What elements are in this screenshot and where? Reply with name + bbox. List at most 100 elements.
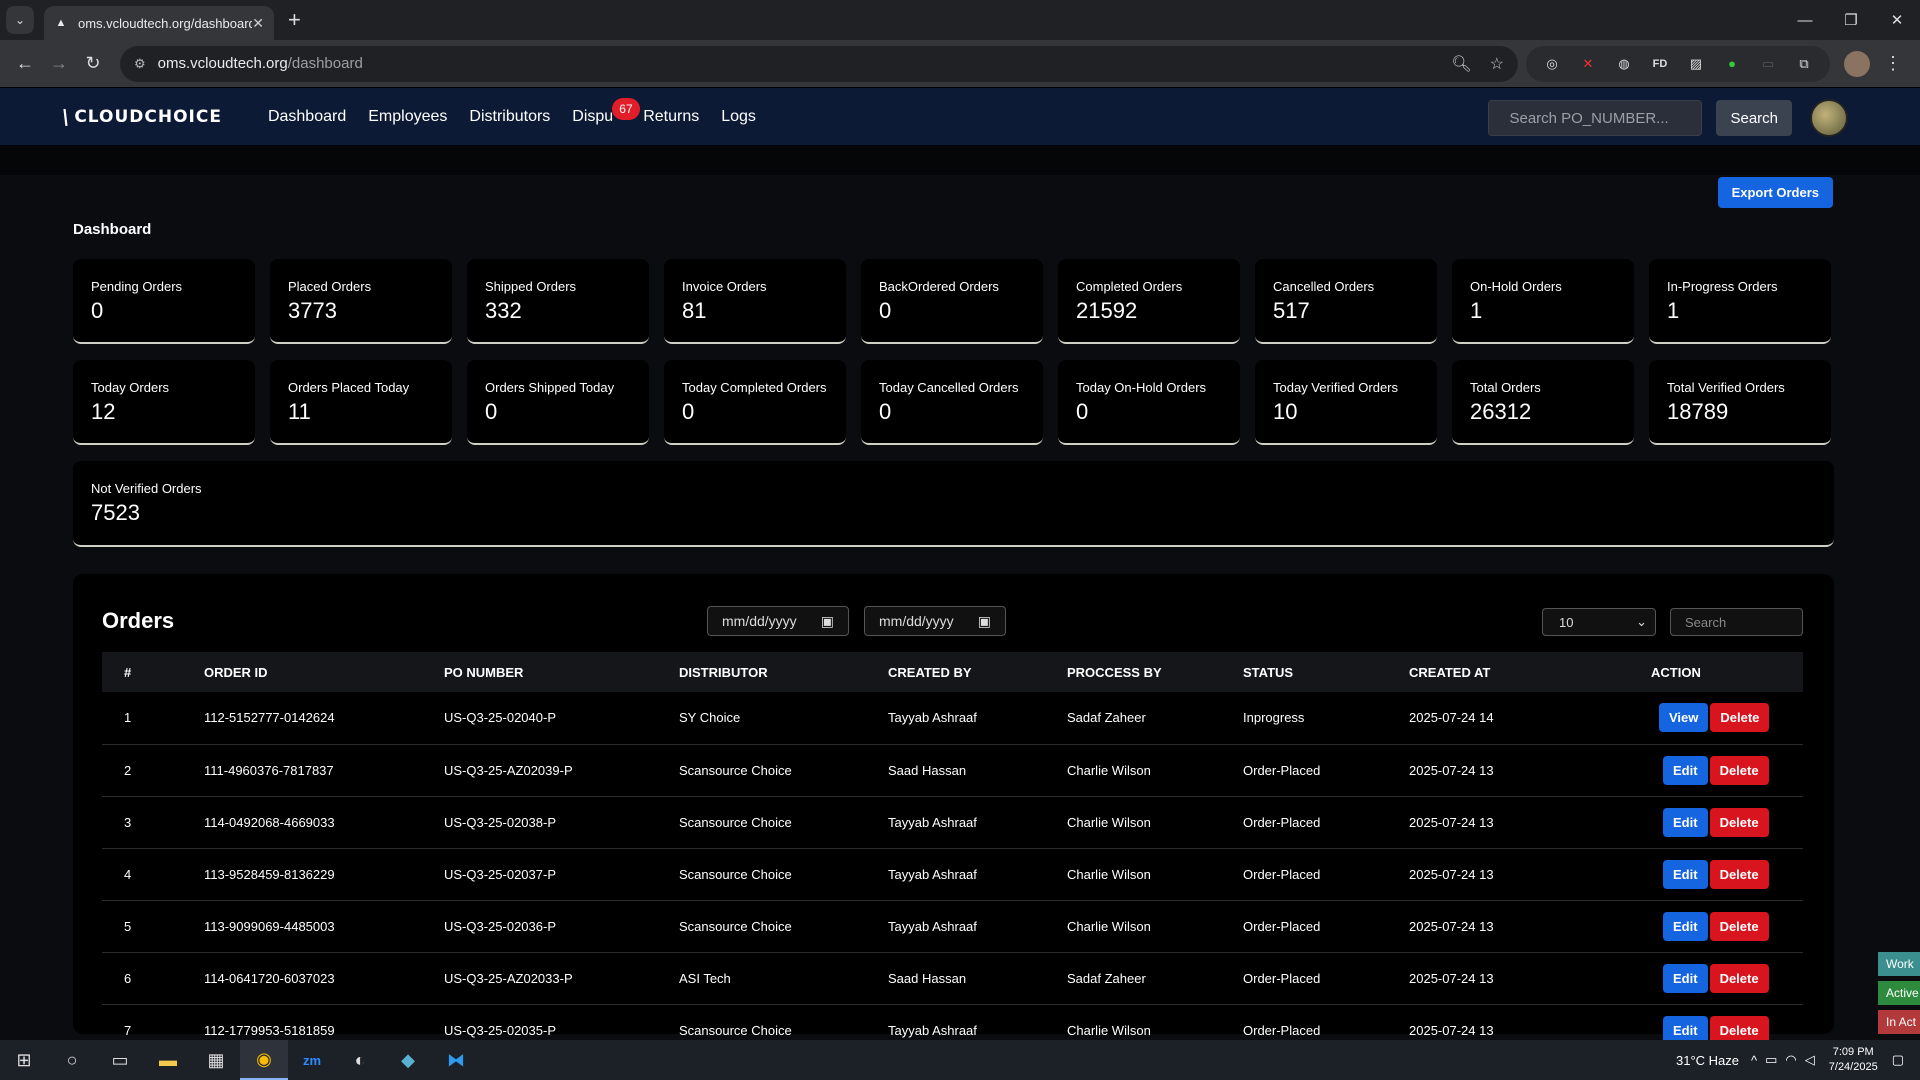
calendar-icon[interactable]: ▣ [821,613,834,630]
date-from-input[interactable]: mm/dd/yyyy ▣ [707,606,849,636]
side-tag[interactable]: Active [1878,981,1920,1005]
nav-link-dashboard[interactable]: Dashboard [268,108,346,126]
nav-link-disputes-label: Dispu [572,107,614,125]
calendar-icon[interactable]: ▣ [978,613,991,630]
browser-menu-icon[interactable]: ⋮ [1884,53,1902,74]
table-row: 1 112-5152777-0142624 US-Q3-25-02040-P SY C… [102,692,1803,745]
stat-card-value: 11 [288,399,311,424]
cell-po-number: US-Q3-25-02037-P [444,848,679,901]
site-info-icon[interactable]: ⚙ [134,56,146,72]
cell-distributor: ASI Tech [679,952,888,1005]
stat-card-label: Not Verified Orders [91,481,202,496]
export-orders-button[interactable]: Export Orders [1717,177,1833,208]
delete-button[interactable]: Delete [1709,859,1769,889]
bookmark-star-icon[interactable]: ☆ [1490,54,1504,74]
cell-action: Edit Delete [1651,952,1803,1005]
task-view-icon[interactable]: ▭ [96,1040,144,1080]
file-explorer-icon[interactable]: ▬ [144,1040,192,1080]
extension-glasses-icon[interactable]: ◎ [1538,50,1566,78]
delete-button[interactable]: Delete [1709,807,1769,837]
extension-x-icon[interactable]: ✕ [1574,50,1602,78]
edit-button[interactable]: Edit [1663,963,1708,993]
extension-gray-icon[interactable]: ▭ [1754,50,1782,78]
taskbar-search-icon[interactable]: ○ [48,1040,96,1080]
cell-action: Edit Delete [1651,744,1803,797]
side-tag[interactable]: Work [1878,952,1920,976]
minimize-icon[interactable]: — [1782,0,1828,40]
battery-icon[interactable]: ▭ [1765,1052,1777,1068]
restore-icon[interactable]: ❐ [1828,0,1874,40]
delete-button[interactable]: Delete [1709,755,1769,785]
user-avatar[interactable] [1810,99,1848,137]
page-length-select[interactable]: 10 ⌄ [1542,608,1656,636]
table-row: 2 111-4960376-7817837 US-Q3-25-AZ02039-P Sc… [102,744,1803,797]
edit-button[interactable]: Edit [1663,755,1708,785]
extension-fd-icon[interactable]: FD [1646,50,1674,78]
close-tab-icon[interactable]: ✕ [252,15,264,32]
extension-image-icon[interactable]: ▨ [1682,50,1710,78]
nav-link-disputes[interactable]: Dispu 67 [572,97,640,126]
edit-button[interactable]: Edit [1663,911,1708,941]
weather-widget[interactable]: 31°C Haze [1676,1053,1739,1068]
date-to-input[interactable]: mm/dd/yyyy ▣ [864,606,1006,636]
delete-button[interactable]: Delete [1709,963,1769,993]
profile-avatar[interactable] [1844,50,1870,77]
stat-card-value: 10 [1273,399,1298,424]
new-tab-icon[interactable]: + [288,7,301,33]
nav-link-employees[interactable]: Employees [368,108,447,126]
tab-search-icon[interactable]: ⌄ [6,6,34,34]
cell-order-id: 114-0492068-4669033 [204,796,444,849]
delete-button[interactable]: Delete [1710,703,1770,733]
chrome-icon[interactable]: ◉ [240,1040,288,1080]
notifications-icon[interactable]: ▢ [1892,1052,1904,1068]
forward-icon[interactable]: → [42,47,76,81]
search-button[interactable]: Search [1716,100,1792,136]
stat-card-label: Today Orders [91,380,170,395]
nav-links: Dashboard Employees Distributors Dispu 6… [268,97,778,126]
side-tag[interactable]: In Act [1878,1010,1920,1034]
po-search-input[interactable] [1488,100,1703,136]
extension-green-icon[interactable]: ● [1718,50,1746,78]
stat-card-value: 81 [682,298,707,323]
cell-po-number: US-Q3-25-02038-P [444,796,679,849]
stat-card-value: 12 [91,399,116,424]
store-icon[interactable]: ▦ [192,1040,240,1080]
nav-link-logs[interactable]: Logs [721,108,756,126]
app-diamond-icon[interactable]: ◆ [384,1040,432,1080]
stat-card-label: Today Verified Orders [1273,380,1399,395]
table-search-input[interactable] [1670,608,1803,636]
edit-button[interactable]: Edit [1663,859,1708,889]
close-window-icon[interactable]: ✕ [1874,0,1920,40]
browser-tab[interactable]: ▲ oms.vcloudtech.org/dashboard ✕ [44,6,274,40]
nav-link-distributors[interactable]: Distributors [469,108,550,126]
vscode-icon[interactable]: ⧓ [432,1040,480,1080]
extension-globe-icon[interactable]: ◍ [1610,50,1638,78]
volume-muted-icon[interactable]: ◁ [1805,1052,1815,1068]
windows-start-icon[interactable]: ⊞ [0,1040,48,1080]
clock-date: 7/24/2025 [1828,1061,1878,1073]
zoom-icon[interactable]: 🔍︎ [1451,54,1471,74]
app-logo[interactable]: \ CLOUDCHOICE [62,105,222,129]
cell-process-by: Charlie Wilson [1067,848,1243,901]
edit-button[interactable]: Edit [1663,807,1708,837]
view-button[interactable]: View [1659,703,1709,733]
reload-icon[interactable]: ↻ [76,47,110,81]
zoom-app-icon[interactable]: zm [288,1040,336,1080]
taskbar-clock[interactable]: 7:09 PM 7/24/2025 [1829,1045,1878,1075]
stat-card: In-Progress Orders 1 [1649,259,1831,344]
cell-process-by: Charlie Wilson [1067,796,1243,849]
disputes-count-badge: 67 [612,97,640,120]
back-icon[interactable]: ← [8,47,42,81]
extensions-puzzle-icon[interactable]: ⧉ [1790,50,1818,78]
address-bar[interactable]: ⚙ oms.vcloudtech.org /dashboard 🔍︎ ☆ [120,45,1518,82]
stat-card-label: Cancelled Orders [1273,279,1375,294]
tray-chevron-icon[interactable]: ^ [1751,1053,1757,1068]
stat-card-value: 0 [91,298,104,323]
cell-index: 1 [102,692,204,745]
app-leaf-icon[interactable]: ◐ [336,1040,384,1080]
stat-card-label: Today On-Hold Orders [1076,380,1207,395]
stat-card-value: 1 [1470,298,1483,323]
wifi-icon[interactable]: ◠ [1785,1052,1796,1068]
delete-button[interactable]: Delete [1709,911,1769,941]
nav-link-returns[interactable]: Returns [643,108,699,126]
